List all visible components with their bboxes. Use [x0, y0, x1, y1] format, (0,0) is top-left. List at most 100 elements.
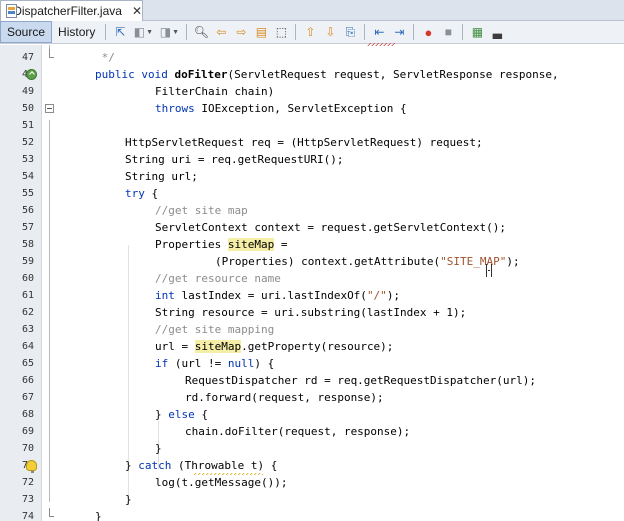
- code-text: chain.doFilter(request, response);: [185, 425, 411, 438]
- code-text: url = siteMap.getProperty(resource);: [155, 340, 394, 353]
- file-tab[interactable]: DispatcherFilter.java ✕: [0, 0, 143, 21]
- code-line: 67 rd.forward(request, response);: [0, 389, 624, 406]
- code-line: 56 //get site map: [0, 202, 624, 219]
- find-previous-icon[interactable]: ⇦: [213, 24, 229, 40]
- shift-right-icon[interactable]: ⇥: [391, 24, 407, 40]
- close-tab-icon[interactable]: ✕: [132, 5, 142, 17]
- override-arrow-icon[interactable]: [26, 69, 37, 80]
- file-tab-title: DispatcherFilter.java: [13, 4, 122, 18]
- line-number: 58: [21, 239, 34, 250]
- forward-icon[interactable]: ◨ ▼: [158, 24, 180, 40]
- code-comment: //get site map: [155, 204, 248, 217]
- toolbar-separator: [186, 24, 188, 40]
- code-text: rd.forward(request, response);: [185, 391, 384, 404]
- code-line: 53 String uri = req.getRequestURI();: [0, 151, 624, 168]
- code-line: 49 FilterChain chain): [0, 83, 624, 100]
- find-icon[interactable]: 🔍︎: [193, 24, 209, 40]
- fold-toggle-icon[interactable]: [45, 104, 54, 113]
- code-line: 69 chain.doFilter(request, response);: [0, 423, 624, 440]
- history-view-button[interactable]: History: [52, 21, 101, 43]
- code-line: 66 RequestDispatcher rd = req.getRequest…: [0, 372, 624, 389]
- line-number: 60: [21, 273, 34, 284]
- code-line: 47 */: [0, 49, 624, 66]
- code-text: int lastIndex = uri.lastIndexOf("/");: [155, 289, 401, 302]
- code-line: 71 } catch (Throwable t) {: [0, 457, 624, 474]
- toolbar-separator: [105, 24, 107, 40]
- code-comment: //get site mapping: [155, 323, 275, 336]
- code-line: 54 String url;: [0, 168, 624, 185]
- code-line: 74 }: [0, 508, 624, 521]
- toggle-rect-selection-icon[interactable]: ⬚: [273, 24, 289, 40]
- code-text: String url;: [125, 170, 198, 183]
- find-next-icon[interactable]: ⇨: [233, 24, 249, 40]
- toolbar-separator: [413, 24, 415, 40]
- code-text: }: [95, 510, 102, 521]
- comment-icon[interactable]: ▦: [469, 24, 485, 40]
- lightbulb-hint-icon[interactable]: [26, 460, 37, 473]
- line-number: 72: [21, 477, 34, 488]
- line-number: 68: [21, 409, 34, 420]
- code-comment: //get resource name: [155, 272, 281, 285]
- code-text: String uri = req.getRequestURI();: [125, 153, 344, 166]
- code-text: ServletContext context = request.getServ…: [155, 221, 506, 234]
- toolbar-separator: [295, 24, 297, 40]
- code-text: String resource = uri.substring(lastInde…: [155, 306, 467, 319]
- code-line: 58 Properties siteMap =: [0, 236, 624, 253]
- line-number: 66: [21, 375, 34, 386]
- code-line: 48 public void doFilter(ServletRequest r…: [0, 66, 624, 83]
- toggle-bookmark-icon[interactable]: ⎘: [342, 24, 358, 40]
- line-number: 49: [21, 86, 34, 97]
- code-text: }: [125, 493, 132, 506]
- line-number: 61: [21, 290, 34, 301]
- fold-end-marker: [49, 49, 54, 58]
- toolbar-separator: [364, 24, 366, 40]
- line-number: 67: [21, 392, 34, 403]
- line-number: 69: [21, 426, 34, 437]
- code-line: 55 try {: [0, 185, 624, 202]
- code-line: 68 } else {: [0, 406, 624, 423]
- code-text: log(t.getMessage());: [155, 476, 288, 489]
- code-line: 51: [0, 117, 624, 134]
- code-text: FilterChain chain): [155, 85, 275, 98]
- line-number: 65: [21, 358, 34, 369]
- line-number: 59: [21, 256, 34, 267]
- back-icon[interactable]: ◧ ▼: [132, 24, 154, 40]
- line-number: 63: [21, 324, 34, 335]
- code-line: 61 int lastIndex = uri.lastIndexOf("/");: [0, 287, 624, 304]
- next-bookmark-icon[interactable]: ⇩: [322, 24, 338, 40]
- code-text: } else {: [155, 408, 208, 421]
- text-cursor-icon: [486, 264, 492, 277]
- source-view-button[interactable]: Source: [0, 21, 53, 43]
- code-text: }: [155, 442, 162, 455]
- code-line: 72 log(t.getMessage());: [0, 474, 624, 491]
- line-number: 64: [21, 341, 34, 352]
- last-edit-icon[interactable]: ⇱: [112, 24, 128, 40]
- toolbar-separator: [462, 24, 464, 40]
- code-line: 60 //get resource name: [0, 270, 624, 287]
- line-number: 70: [21, 443, 34, 454]
- code-text: RequestDispatcher rd = req.getRequestDis…: [185, 374, 536, 387]
- shift-left-icon[interactable]: ⇤: [371, 24, 387, 40]
- code-text: try {: [125, 187, 159, 200]
- code-text: */: [95, 51, 115, 64]
- editor-toolbar: Source History ⇱ ◧ ▼ ◨ ▼ 🔍︎ ⇦ ⇨ ▤ ⬚ ⇧ ⇩ ⎘ …: [0, 21, 624, 44]
- code-line: 73 }: [0, 491, 624, 508]
- start-macro-icon[interactable]: ●: [420, 24, 436, 40]
- line-number: 47: [21, 52, 34, 63]
- uncomment-icon[interactable]: ▃: [489, 24, 505, 40]
- previous-bookmark-icon[interactable]: ⇧: [302, 24, 318, 40]
- code-editor[interactable]: 47 */ 48 public void doFilter(ServletReq…: [0, 45, 624, 521]
- line-number: 56: [21, 205, 34, 216]
- line-number: 54: [21, 171, 34, 182]
- java-file-icon: [6, 4, 17, 18]
- line-number: 74: [21, 511, 34, 521]
- code-line: 62 String resource = uri.substring(lastI…: [0, 304, 624, 321]
- stop-macro-icon[interactable]: ■: [440, 24, 456, 40]
- line-number: 55: [21, 188, 34, 199]
- code-line: 57 ServletContext context = request.getS…: [0, 219, 624, 236]
- toggle-highlight-icon[interactable]: ▤: [253, 24, 269, 40]
- line-number: 51: [21, 120, 34, 131]
- code-line: 65 if (url != null) {: [0, 355, 624, 372]
- code-text: } catch (Throwable t) {: [125, 459, 278, 472]
- fold-end-marker: [49, 508, 54, 517]
